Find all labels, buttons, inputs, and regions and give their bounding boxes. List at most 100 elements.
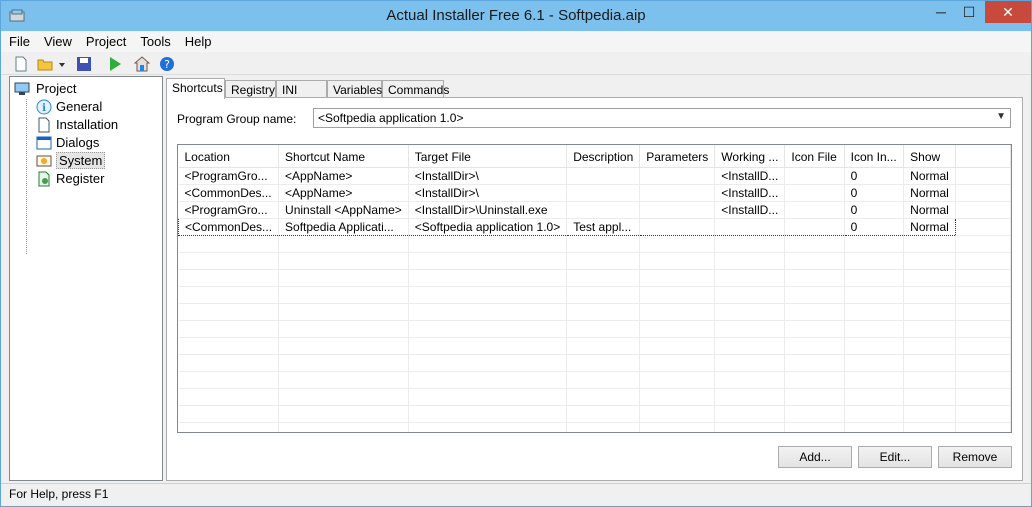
column-header-empty (955, 145, 1011, 168)
open-folder-icon[interactable] (37, 56, 53, 72)
column-header-icon-file[interactable]: Icon File (784, 145, 845, 168)
save-icon[interactable] (76, 56, 92, 72)
shortcuts-panel: Program Group name: <Softpedia applicati… (166, 97, 1023, 481)
svg-text:?: ? (164, 58, 170, 71)
column-header-show[interactable]: Show (903, 145, 956, 168)
table-cell (566, 184, 641, 202)
app-window: Actual Installer Free 6.1 - Softpedia.ai… (0, 0, 1032, 507)
table-cell: 0 (844, 217, 905, 236)
table-cell (784, 201, 845, 219)
table-cell (784, 217, 845, 236)
close-button[interactable]: ✕ (985, 1, 1031, 23)
menu-help[interactable]: Help (177, 32, 218, 49)
table-cell (714, 217, 786, 236)
table-cell: <InstallDir>\ (408, 184, 568, 202)
menu-tools[interactable]: Tools (132, 32, 176, 49)
remove-button[interactable]: Remove (938, 446, 1012, 468)
table-cell-empty (955, 218, 1011, 236)
menu-project[interactable]: Project (78, 32, 132, 49)
tab-variables[interactable]: Variables (327, 80, 382, 98)
table-cell: <InstallD... (714, 184, 786, 202)
tree-item-register[interactable]: Register (34, 170, 104, 188)
table-cell-empty (955, 167, 1011, 185)
tree-item-dialogs[interactable]: Dialogs (34, 134, 99, 152)
table-row[interactable]: <ProgramGro... <AppName> <InstallDir>\ <Ins… (178, 167, 1011, 185)
minimize-button[interactable]: ─ (927, 1, 955, 23)
tab-commands[interactable]: Commands (382, 80, 449, 98)
table-row[interactable]: <CommonDes... <AppName> <InstallDir>\ <Inst… (178, 184, 1011, 202)
maximize-button[interactable]: ☐ (955, 1, 983, 23)
table-cell: Test appl... (566, 217, 641, 236)
table-row-empty (178, 320, 1011, 338)
tree-root[interactable]: Project (14, 81, 76, 96)
column-header-target-file[interactable]: Target File (408, 145, 568, 168)
table-cell: <AppName> (278, 167, 409, 185)
window-title: Actual Installer Free 6.1 - Softpedia.ai… (386, 7, 646, 24)
table-cell: Uninstall <AppName> (278, 201, 409, 219)
tab-registry[interactable]: Registry (225, 80, 276, 98)
table-cell (639, 167, 716, 185)
title-bar[interactable]: Actual Installer Free 6.1 - Softpedia.ai… (1, 1, 1031, 31)
table-row-empty (178, 354, 1011, 372)
column-header-location[interactable]: Location (178, 145, 280, 168)
column-header-description[interactable]: Description (566, 145, 641, 168)
add-button[interactable]: Add... (778, 446, 852, 468)
table-row-empty (178, 286, 1011, 304)
dropdown-arrow-icon[interactable] (57, 56, 67, 72)
table-row-empty (178, 337, 1011, 355)
table-cell: Normal (903, 184, 956, 202)
chevron-down-icon[interactable]: ▼ (996, 111, 1006, 122)
table-cell (566, 201, 641, 219)
tab-ini-files[interactable]: INI Files (276, 80, 327, 111)
table-row-empty (178, 252, 1011, 270)
table-cell-empty (955, 184, 1011, 202)
edit-button[interactable]: Edit... (858, 446, 932, 468)
table-cell (566, 167, 641, 185)
shortcuts-table[interactable]: Location Shortcut Name Target File Descr… (177, 144, 1012, 433)
tree-item-installation[interactable]: Installation (34, 116, 118, 134)
tree-item-label: System (56, 152, 106, 169)
tab-shortcuts[interactable]: Shortcuts (166, 78, 225, 99)
home-icon[interactable] (134, 56, 150, 72)
tree-item-label: Dialogs (56, 135, 100, 150)
menu-view[interactable]: View (36, 32, 78, 49)
program-group-select[interactable]: <Softpedia application 1.0> ▼ (313, 108, 1011, 128)
table-cell: 0 (844, 201, 905, 219)
table-cell: Normal (903, 201, 956, 219)
column-header-shortcut-name[interactable]: Shortcut Name (278, 145, 409, 168)
column-header-icon-index[interactable]: Icon In... (844, 145, 905, 168)
table-cell: Softpedia Applicati... (278, 217, 409, 236)
tree-item-label: General (56, 99, 103, 114)
menu-file[interactable]: File (1, 32, 36, 49)
table-row-empty (178, 235, 1011, 253)
table-cell: <CommonDes... (178, 184, 280, 202)
column-header-working-dir[interactable]: Working ... (714, 145, 786, 168)
svg-text:i: i (42, 103, 46, 114)
table-row-empty (178, 269, 1011, 287)
table-header: Location Shortcut Name Target File Descr… (178, 145, 1011, 168)
table-cell (639, 201, 716, 219)
program-group-label: Program Group name: (177, 112, 297, 126)
status-bar: For Help, press F1 (1, 483, 1031, 506)
table-cell (639, 217, 716, 236)
table-cell (784, 184, 845, 202)
tree-item-label: Register (56, 171, 105, 186)
dialogs-icon (36, 136, 52, 150)
table-cell: <Softpedia application 1.0> (408, 217, 568, 236)
run-icon[interactable] (107, 56, 123, 72)
tree-item-general[interactable]: i General (34, 98, 102, 116)
tree-item-system[interactable]: System (34, 152, 106, 170)
help-icon[interactable]: ? (159, 56, 175, 72)
table-cell (784, 167, 845, 185)
toolbar: ? (1, 53, 1031, 75)
table-cell (639, 184, 716, 202)
column-header-parameters[interactable]: Parameters (639, 145, 716, 168)
table-cell: Normal (903, 167, 956, 185)
new-file-icon[interactable] (13, 56, 29, 72)
table-row-focused[interactable]: <CommonDes... Softpedia Applicati... <Soft… (178, 217, 1011, 236)
table-cell: <InstallD... (714, 201, 786, 219)
table-cell: <InstallDir>\ (408, 167, 568, 185)
table-row[interactable]: <ProgramGro... Uninstall <AppName> <Instal… (178, 201, 1011, 219)
project-tree[interactable]: Project i General Installation Dialogs S… (9, 76, 163, 481)
table-cell: <InstallD... (714, 167, 786, 185)
